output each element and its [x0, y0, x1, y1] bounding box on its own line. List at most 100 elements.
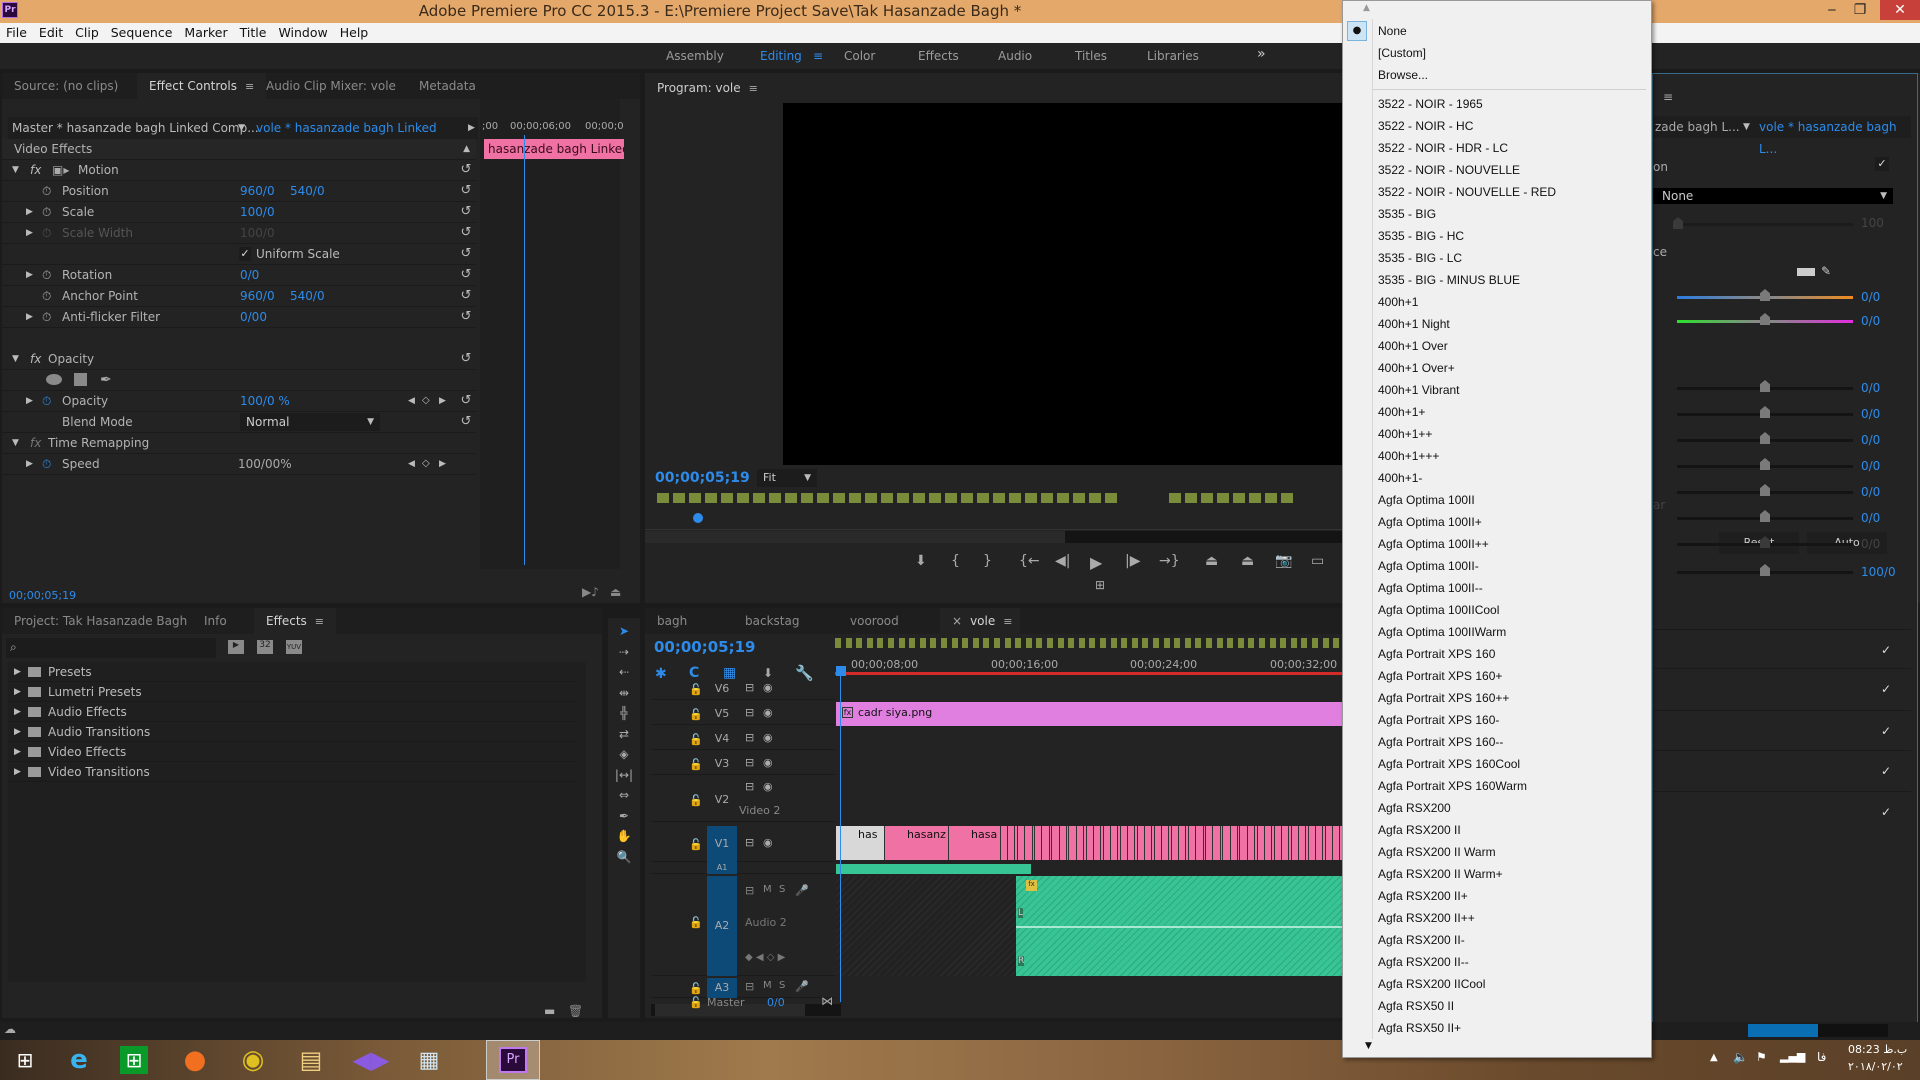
saturation-value[interactable]: 100/0	[1861, 565, 1896, 579]
export-icon[interactable]: ⏏	[610, 585, 621, 599]
clip-cadr-siya[interactable]: fx cadr siya.png	[836, 702, 1346, 726]
yuv-filter[interactable]: YUV	[286, 640, 302, 654]
visual-studio-icon[interactable]: ◀▶	[353, 1044, 390, 1076]
lut-menu-item[interactable]: Agfa RSX200 II-	[1378, 929, 1465, 951]
slip-icon[interactable]: |↔|	[608, 768, 640, 782]
sequence-marker[interactable]	[817, 493, 829, 503]
workspace-effects[interactable]: Effects	[918, 49, 959, 63]
workspace-audio[interactable]: Audio	[998, 49, 1032, 63]
slider-thumb[interactable]	[1760, 406, 1770, 418]
lut-menu-item[interactable]: Agfa Portrait XPS 160+	[1378, 665, 1502, 687]
lock-icon[interactable]: 🔓	[689, 794, 703, 807]
lut-menu-item[interactable]: 400h+1++	[1378, 423, 1432, 445]
section-enable-checkbox[interactable]: ✓	[1881, 643, 1891, 657]
video-preview[interactable]	[783, 103, 1343, 465]
workspace-editing[interactable]: Editing	[760, 49, 802, 63]
expand-icon[interactable]: ▶	[14, 762, 21, 782]
mute-button[interactable]: M	[763, 884, 772, 895]
sequence-marker[interactable]	[1163, 638, 1170, 648]
slider-thumb[interactable]	[1760, 564, 1770, 576]
stopwatch-icon[interactable]: ⏱	[42, 454, 51, 474]
lut-menu-item[interactable]: Agfa Optima 100II--	[1378, 577, 1483, 599]
lut-menu-item[interactable]: Agfa Optima 100II+	[1378, 511, 1482, 533]
reset-icon[interactable]: ↺	[456, 160, 476, 180]
lock-icon[interactable]: 🔓	[689, 708, 703, 721]
chevron-down-icon[interactable]: ▼	[238, 117, 245, 139]
lut-menu-item[interactable]: Agfa Portrait XPS 160Warm	[1378, 775, 1527, 797]
clock-date[interactable]: ۲۰۱۸/۰۲/۰۲	[1848, 1060, 1903, 1073]
menu-clip[interactable]: Clip	[69, 23, 105, 43]
effects-folder-item[interactable]: ▶ Presets	[8, 662, 578, 682]
rectangle-mask-icon[interactable]	[74, 373, 87, 386]
stopwatch-icon[interactable]: ⏱	[42, 223, 51, 243]
play-triangle-icon[interactable]: ▶	[468, 117, 475, 139]
property-value-x[interactable]: 100/0	[240, 223, 275, 243]
panel-menu-icon[interactable]: ≡	[315, 615, 324, 628]
tab-sequence-vole[interactable]: × vole ≡	[940, 608, 1020, 634]
scroll-down-arrow-icon[interactable]: ▼	[1365, 1041, 1372, 1051]
sequence-marker[interactable]	[1142, 638, 1149, 648]
workspace-titles[interactable]: Titles	[1075, 49, 1107, 63]
lock-icon[interactable]: 🔓	[689, 982, 703, 995]
sequence-marker[interactable]	[1121, 638, 1128, 648]
property-value-x[interactable]: 0/00	[240, 307, 267, 327]
sequence-marker[interactable]	[1201, 493, 1213, 503]
sequence-marker[interactable]	[1259, 638, 1265, 648]
reset-icon[interactable]: ↺	[456, 244, 476, 264]
lut-menu-item[interactable]: Agfa Portrait XPS 160	[1378, 643, 1495, 665]
lut-menu-item[interactable]: Agfa Portrait XPS 160-	[1378, 709, 1499, 731]
32-bit-filter[interactable]: 32	[257, 640, 273, 654]
reset-icon[interactable]: ↺	[456, 265, 476, 285]
sync-lock-icon[interactable]: ⊟	[745, 884, 754, 897]
zoom-tool-icon[interactable]: 🔍	[608, 850, 640, 864]
monitor-playhead[interactable]	[693, 513, 703, 523]
panel-menu-icon[interactable]: ≡	[749, 82, 758, 95]
eye-icon[interactable]: ◉	[763, 681, 773, 694]
sequence-marker[interactable]	[1110, 638, 1117, 648]
sequence-marker[interactable]	[1281, 493, 1293, 503]
workspace-overflow-icon[interactable]: »	[1257, 46, 1266, 62]
audio-clip-a1[interactable]	[836, 864, 1031, 874]
sequence-marker[interactable]	[1217, 493, 1229, 503]
lut-menu-item[interactable]: 400h+1 Vibrant	[1378, 379, 1460, 401]
lut-menu-item[interactable]: Agfa Portrait XPS 160Cool	[1378, 753, 1520, 775]
file-explorer-icon[interactable]: ▤	[294, 1044, 328, 1076]
sequence-marker[interactable]	[1089, 493, 1101, 503]
property-value-x[interactable]: 960/0	[240, 286, 275, 306]
pen-mask-icon[interactable]: ✒	[100, 370, 112, 390]
track-select-backward-icon[interactable]: ⇠	[608, 665, 640, 679]
tone-value[interactable]: 0/0	[1861, 459, 1880, 473]
eyedropper-icon[interactable]: ✎	[1821, 264, 1831, 278]
expand-icon[interactable]: ▶	[14, 702, 21, 722]
motion-effect-row[interactable]: ▼ fx ▣▸ Motion ↺	[2, 160, 476, 181]
go-to-in-icon[interactable]: {←	[1019, 553, 1040, 569]
effects-search-input[interactable]: ⌕	[6, 638, 216, 658]
sequence-marker[interactable]	[865, 493, 877, 503]
lut-menu-item[interactable]: 3522 - NOIR - HDR - LC	[1378, 137, 1508, 159]
razor-icon[interactable]: ◈	[608, 747, 640, 761]
workspace-assembly[interactable]: Assembly	[666, 49, 724, 63]
ripple-edit-icon[interactable]: ⇹	[608, 686, 640, 700]
menu-edit[interactable]: Edit	[33, 23, 69, 43]
lut-menu-item[interactable]: Agfa Optima 100IIWarm	[1378, 621, 1506, 643]
reset-icon[interactable]: ↺	[456, 202, 476, 222]
sequence-marker[interactable]	[877, 638, 884, 648]
sequence-marker[interactable]	[856, 638, 863, 648]
start-button-icon[interactable]: ⊞	[8, 1044, 42, 1076]
menu-window[interactable]: Window	[272, 23, 333, 43]
effects-folder-item[interactable]: ▶ Lumetri Presets	[8, 682, 578, 702]
sequence-marker[interactable]	[833, 493, 845, 503]
slider-thumb[interactable]	[1673, 217, 1683, 229]
effect-mini-timeline[interactable]: ;00 00;00;06;00 00;00;0 hasanzade bagh L…	[480, 99, 624, 569]
menu-sequence[interactable]: Sequence	[105, 23, 179, 43]
slider-thumb[interactable]	[1760, 458, 1770, 470]
lock-icon[interactable]: 🔓	[689, 758, 703, 771]
lut-menu-item[interactable]: 400h+1 Night	[1378, 313, 1450, 335]
tab-effects[interactable]: Effects ≡	[254, 608, 337, 634]
mute-button[interactable]: M	[763, 980, 772, 991]
stopwatch-icon[interactable]: ⏱	[42, 202, 51, 222]
speed-value[interactable]: 100/00%	[238, 454, 292, 474]
sync-lock-icon[interactable]: ⊟	[745, 836, 754, 849]
tab-project[interactable]: Project: Tak Hasanzade Bagh	[2, 608, 199, 634]
effects-folder-item[interactable]: ▶ Audio Transitions	[8, 722, 578, 742]
